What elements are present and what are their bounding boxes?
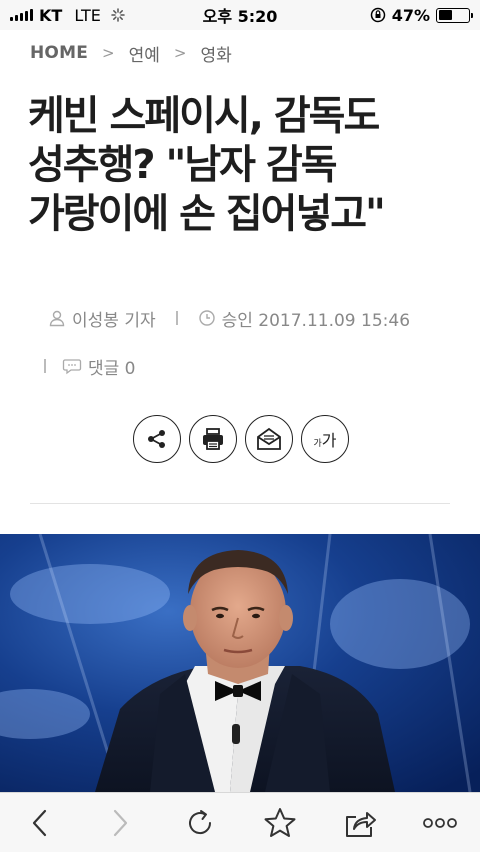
- article-title: 케빈 스페이시, 감독도 성추행? "남자 감독 가랑이에 손 집어넣고": [28, 92, 458, 239]
- battery-fill: [438, 10, 453, 20]
- title-line: 케빈 스페이시, 감독도: [28, 93, 380, 139]
- comment-count[interactable]: 댓글 0: [88, 354, 136, 379]
- meta-divider: [175, 311, 178, 325]
- more-button[interactable]: [416, 799, 464, 847]
- font-size-icon: 가가: [313, 427, 336, 451]
- chevron-right-icon: >: [173, 44, 187, 62]
- clock-icon: [198, 310, 215, 326]
- comment-bubble-icon: [62, 359, 82, 375]
- share-out-icon: [346, 811, 376, 837]
- breadcrumb-movie[interactable]: 영화: [200, 41, 231, 66]
- title-line: 가랑이에 손 집어넣고": [28, 191, 386, 237]
- article-photo[interactable]: [0, 534, 480, 792]
- back-button[interactable]: [16, 799, 64, 847]
- share-out-button[interactable]: [336, 799, 384, 847]
- forward-button[interactable]: [96, 799, 144, 847]
- status-left: KT LTE: [10, 6, 125, 25]
- font-size-large-label: 가: [321, 431, 337, 450]
- chevron-right-icon: >: [102, 44, 115, 62]
- status-bar: KT LTE 오후 5:20 47%: [0, 0, 480, 30]
- breadcrumb-entertainment[interactable]: 연예: [129, 41, 160, 66]
- print-button[interactable]: [189, 415, 237, 463]
- reporter-name: 이성봉 기자: [72, 310, 156, 331]
- signal-strength-icon: [10, 9, 33, 21]
- meta-divider: [44, 359, 46, 373]
- forward-icon: [113, 809, 128, 836]
- loading-spinner-icon: [111, 8, 125, 22]
- email-icon: [257, 427, 281, 450]
- bookmark-star-icon: [264, 807, 296, 837]
- reload-icon: [189, 809, 212, 834]
- approved-datetime: 승인 2017.11.09 15:46: [221, 310, 411, 331]
- rotation-lock-icon: [370, 7, 385, 23]
- font-size-button[interactable]: 가가: [301, 415, 349, 463]
- more-icon: [423, 817, 457, 828]
- status-right: 47%: [370, 5, 473, 25]
- share-button[interactable]: [133, 415, 181, 463]
- battery-percent: 47%: [391, 5, 430, 25]
- breadcrumb: HOME > 연예 > 영화: [30, 38, 232, 68]
- article-photo-image: [0, 534, 480, 792]
- reload-button[interactable]: [176, 799, 224, 847]
- font-size-small-label: 가: [313, 439, 322, 449]
- share-icon: [148, 430, 165, 448]
- battery-icon: [436, 7, 473, 23]
- browser-toolbar: [0, 792, 480, 852]
- bookmark-button[interactable]: [256, 799, 304, 847]
- article-tools: 가가: [133, 415, 349, 463]
- carrier-label: KT: [39, 5, 63, 25]
- article-meta: 이성봉 기자 승인 2017.11.09 15:46: [48, 304, 410, 332]
- email-button[interactable]: [245, 415, 293, 463]
- comment-meta: 댓글 0: [44, 352, 136, 380]
- print-icon: [203, 428, 223, 450]
- network-label: LTE: [74, 5, 101, 25]
- person-icon: [49, 310, 65, 327]
- back-icon: [32, 809, 47, 836]
- title-line: 성추행? "남자 감독: [28, 142, 338, 188]
- section-divider: [30, 503, 450, 504]
- breadcrumb-home[interactable]: HOME: [30, 43, 88, 63]
